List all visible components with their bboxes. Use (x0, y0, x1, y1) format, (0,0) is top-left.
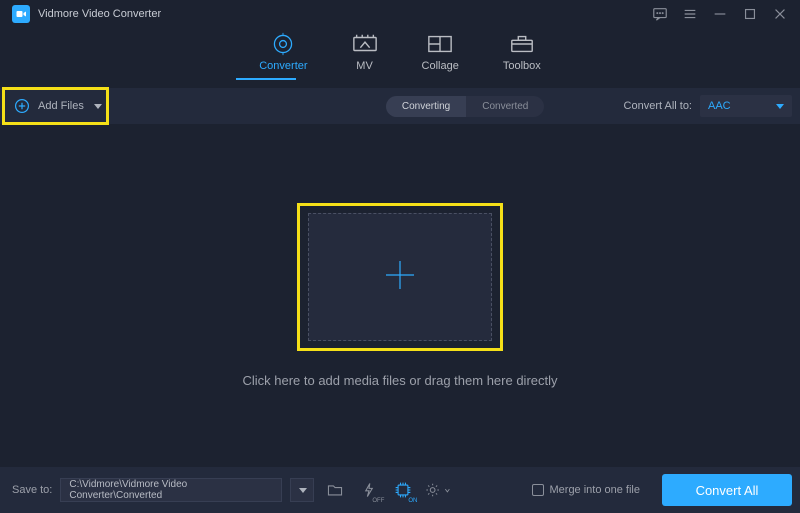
chevron-down-icon (299, 488, 307, 493)
main-tabs: Converter MV Collage Toolbox (0, 28, 800, 80)
tab-mv[interactable]: MV (352, 34, 378, 80)
toolbar: Add Files Converting Converted Convert A… (0, 88, 800, 124)
open-folder-icon[interactable] (322, 477, 348, 503)
app-logo (12, 5, 30, 23)
plus-icon (380, 255, 420, 300)
app-title: Vidmore Video Converter (38, 8, 161, 20)
bottom-bar: Save to: C:\Vidmore\Vidmore Video Conver… (0, 467, 800, 513)
tab-label: Toolbox (503, 60, 541, 72)
merge-label: Merge into one file (550, 484, 641, 496)
dropzone[interactable] (308, 213, 492, 341)
collage-icon (427, 34, 453, 54)
hardware-accel-icon[interactable]: ON (390, 477, 416, 503)
save-path-input[interactable]: C:\Vidmore\Vidmore Video Converter\Conve… (60, 478, 282, 502)
format-select[interactable]: AAC (700, 95, 792, 117)
highlight-dropzone (297, 203, 503, 351)
tab-toolbox[interactable]: Toolbox (503, 34, 541, 80)
checkbox-box (532, 484, 544, 496)
maximize-icon[interactable] (742, 6, 758, 22)
mv-icon (352, 34, 378, 54)
tab-label: MV (356, 60, 373, 72)
chevron-down-icon (776, 104, 784, 109)
dropzone-hint: Click here to add media files or drag th… (242, 373, 557, 388)
feedback-icon[interactable] (652, 6, 668, 22)
tab-label: Converter (259, 60, 307, 72)
highlight-add-files (2, 87, 109, 125)
tab-label: Collage (422, 60, 459, 72)
tab-converter[interactable]: Converter (259, 34, 307, 80)
converter-icon (270, 34, 296, 54)
convert-all-button[interactable]: Convert All (662, 474, 792, 506)
format-value: AAC (708, 100, 731, 112)
main-area: Click here to add media files or drag th… (0, 124, 800, 467)
status-toggle: Converting Converted (386, 96, 545, 117)
convert-all-label: Convert All to: (624, 100, 692, 112)
save-path-dropdown[interactable] (290, 478, 314, 502)
menu-icon[interactable] (682, 6, 698, 22)
toolbox-icon (509, 34, 535, 54)
minimize-icon[interactable] (712, 6, 728, 22)
title-bar: Vidmore Video Converter (0, 0, 800, 28)
merge-checkbox[interactable]: Merge into one file (532, 484, 641, 496)
lightning-off-icon[interactable]: OFF (356, 477, 382, 503)
close-icon[interactable] (772, 6, 788, 22)
pill-converting[interactable]: Converting (386, 96, 466, 117)
save-path-value: C:\Vidmore\Vidmore Video Converter\Conve… (69, 479, 273, 501)
convert-button-label: Convert All (696, 483, 759, 498)
settings-icon[interactable] (424, 477, 450, 503)
pill-converted[interactable]: Converted (466, 96, 544, 117)
tab-collage[interactable]: Collage (422, 34, 459, 80)
save-to-label: Save to: (12, 484, 52, 496)
convert-all-section: Convert All to: AAC (624, 95, 800, 117)
